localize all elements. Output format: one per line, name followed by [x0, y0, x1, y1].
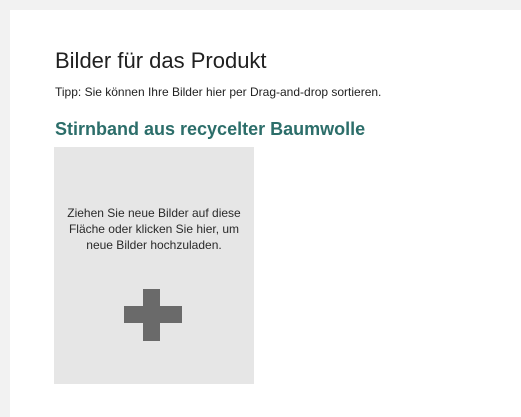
image-upload-card: Bilder für das Produkt Tipp: Sie können … [10, 10, 521, 417]
dropzone-instructions: Ziehen Sie neue Bilder auf diese Fläche … [67, 206, 241, 252]
product-name: Stirnband aus recycelter Baumwolle [55, 119, 366, 139]
plus-icon-horizontal-bar [124, 306, 182, 323]
image-dropzone[interactable]: Ziehen Sie neue Bilder auf diese Fläche … [54, 147, 254, 384]
sort-hint: Tipp: Sie können Ihre Bilder hier per Dr… [55, 85, 382, 99]
plus-icon [124, 289, 182, 341]
page-title: Bilder für das Produkt [55, 48, 267, 73]
